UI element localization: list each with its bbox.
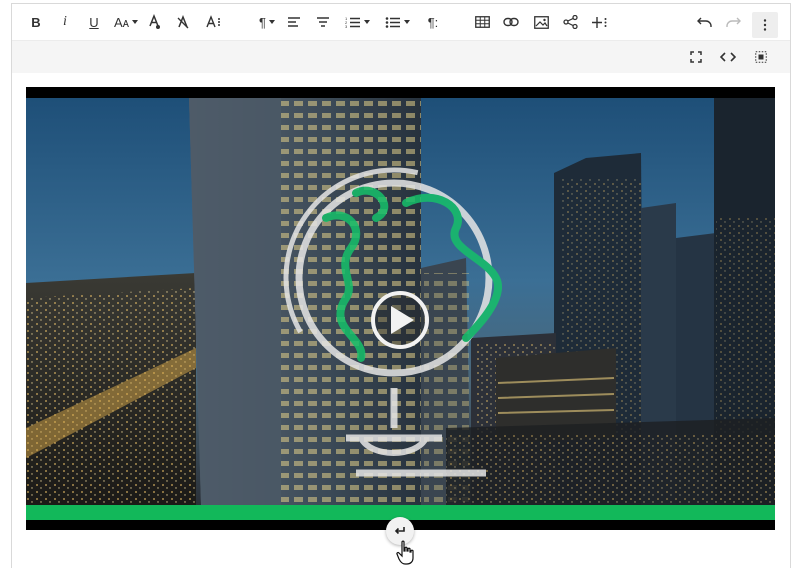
hand-cursor-icon [396,540,414,565]
text-color-button[interactable] [144,9,164,35]
insert-more-icon [592,16,607,28]
paragraph-format-label: ¶ [259,14,266,30]
select-all-icon [755,51,767,63]
undo-button[interactable] [694,9,714,35]
code-view-button[interactable] [717,44,739,70]
align-left-icon [288,17,300,27]
video-frame[interactable] [26,98,775,505]
chevron-down-icon [132,20,139,24]
chevron-down-icon [268,20,275,24]
unordered-list-dropdown[interactable] [382,9,412,35]
ordered-list-icon: 123 [345,16,360,29]
undo-icon [696,17,712,27]
italic-button[interactable]: i [55,9,75,35]
fullscreen-button[interactable] [686,44,706,70]
clear-formatting-icon [177,15,189,29]
clear-formatting-button[interactable] [173,9,193,35]
more-paragraph-icon [317,17,329,27]
more-paragraph-button[interactable] [313,9,333,35]
share-button[interactable] [560,9,580,35]
underline-button[interactable]: U [84,9,104,35]
font-size-label: Aᴀ [113,14,130,30]
main-toolbar: B i U Aᴀ ¶ 123 ¶: [12,4,790,40]
more-vertical-icon [763,19,767,31]
code-view-icon [720,52,736,62]
embedded-video[interactable] [26,87,775,530]
insert-table-button[interactable] [472,9,492,35]
ordered-list-dropdown[interactable]: 123 [342,9,372,35]
enter-icon [394,527,405,535]
paragraph-format-dropdown[interactable]: ¶ [255,9,279,35]
table-icon [474,16,490,28]
play-icon [371,291,429,349]
select-all-button[interactable] [751,44,771,70]
align-button[interactable] [284,9,304,35]
chevron-down-icon [403,20,410,24]
redo-button[interactable] [723,9,743,35]
more-text-button[interactable] [203,9,225,35]
rich-text-editor: B i U Aᴀ ¶ 123 ¶: [11,3,791,568]
link-icon [503,17,519,27]
fullscreen-icon [690,51,702,63]
more-options-button[interactable] [752,12,778,38]
font-size-dropdown[interactable]: Aᴀ [112,9,140,35]
city-night-scene [26,98,775,505]
chevron-down-icon [363,20,370,24]
bold-button[interactable]: B [26,9,46,35]
unordered-list-icon [385,16,400,28]
text-color-icon [149,14,160,29]
insert-image-button[interactable] [531,9,551,35]
secondary-toolbar [12,40,790,73]
image-icon [533,15,549,29]
svg-text:3: 3 [345,24,348,29]
redo-icon [725,17,741,27]
more-text-icon [206,15,220,28]
share-icon [562,15,578,29]
insert-more-button[interactable] [590,9,610,35]
insert-link-button[interactable] [501,9,521,35]
paragraph-style-button[interactable]: ¶: [422,9,444,35]
